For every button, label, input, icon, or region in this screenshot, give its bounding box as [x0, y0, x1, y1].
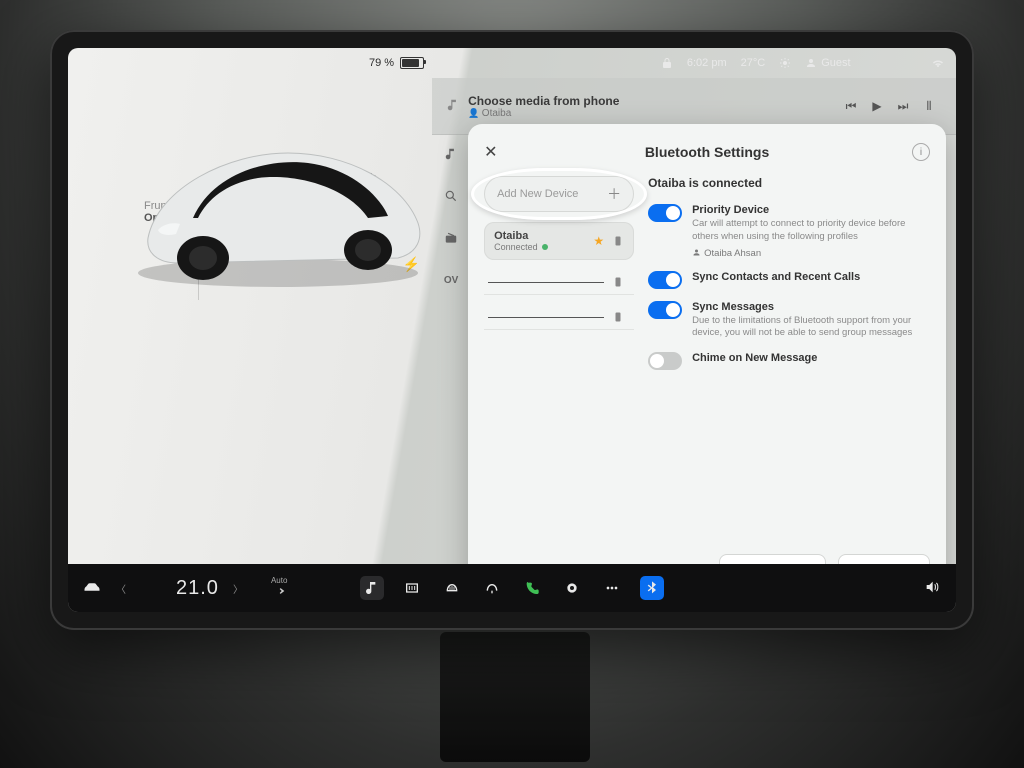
media-title: Choose media from phone	[468, 94, 619, 108]
dock-music-icon[interactable]	[360, 576, 384, 600]
outside-temp: 27°C	[741, 57, 766, 69]
dock-wiper-icon[interactable]	[480, 576, 504, 600]
temp-up[interactable]: 〉	[229, 581, 247, 596]
dock-phone-icon[interactable]	[520, 576, 544, 600]
phone-device-icon	[612, 235, 624, 247]
dock-volume-icon[interactable]	[922, 579, 942, 598]
device-options: Otaiba is connected Priority Device Car …	[648, 176, 930, 584]
car-render	[118, 98, 438, 298]
connected-header: Otaiba is connected	[648, 176, 930, 190]
quick-column: OV	[431, 140, 471, 294]
option-sync-messages: Sync Messages Due to the limitations of …	[648, 301, 930, 341]
plus-icon: ＋	[607, 184, 621, 204]
dock-camera-icon[interactable]	[560, 576, 584, 600]
device-item[interactable]	[484, 270, 634, 295]
dock-more-icon[interactable]	[600, 576, 624, 600]
sun-icon	[779, 57, 791, 69]
car-visual-pane: 79 % Frunk Open Trunk Open ⚡	[68, 48, 432, 612]
quick-overlay[interactable]: OV	[437, 266, 465, 294]
media-play[interactable]: ▶	[864, 99, 890, 113]
media-prev[interactable]: ⏮	[838, 99, 864, 114]
battery-percent: 79 %	[369, 57, 394, 69]
connected-dot-icon	[542, 244, 548, 250]
quick-search-icon[interactable]	[437, 182, 465, 210]
bottom-dock: 〈 21.0 〉 Auto	[68, 564, 956, 612]
add-new-device-button[interactable]: Add New Device ＋	[484, 176, 634, 212]
media-source: 👤 Otaiba	[468, 108, 619, 119]
phone-device-icon	[612, 311, 624, 323]
toggle-sync-contacts[interactable]	[648, 271, 682, 289]
climate-auto[interactable]: Auto	[271, 577, 287, 599]
cabin-temp[interactable]: 21.0	[176, 577, 219, 600]
quick-music-icon[interactable]	[437, 140, 465, 168]
app-pane: 6:02 pm 27°C Guest Choose media from pho…	[432, 48, 956, 612]
dock-defrost-front-icon[interactable]	[440, 576, 464, 600]
driver-profile[interactable]: Guest	[805, 57, 850, 69]
music-note-icon	[446, 98, 468, 115]
favorite-star-icon: ★	[593, 234, 604, 248]
dock-defrost-rear-icon[interactable]	[400, 576, 424, 600]
toggle-priority-device[interactable]	[648, 204, 682, 222]
priority-profile: Otaiba Ahsan	[692, 248, 930, 259]
media-next[interactable]: ⏭	[890, 99, 916, 114]
status-bar-right: 6:02 pm 27°C Guest	[647, 48, 956, 78]
dock-bluetooth-icon[interactable]	[640, 576, 664, 600]
lock-icon[interactable]	[661, 57, 673, 69]
option-chime-new-message: Chime on New Message	[648, 352, 930, 370]
toggle-chime[interactable]	[648, 352, 682, 370]
wifi-icon[interactable]	[932, 57, 944, 69]
clock: 6:02 pm	[687, 57, 727, 69]
device-list: Add New Device ＋ Otaiba Connected ★	[484, 176, 634, 584]
bluetooth-settings-modal: ✕ Bluetooth Settings i Add New Device ＋	[468, 124, 946, 598]
phone-device-icon	[612, 276, 624, 288]
device-item[interactable]	[484, 305, 634, 330]
option-priority-device: Priority Device Car will attempt to conn…	[648, 204, 930, 259]
battery-icon	[400, 57, 424, 69]
option-sync-contacts: Sync Contacts and Recent Calls	[648, 271, 930, 289]
device-item-otaiba[interactable]: Otaiba Connected ★	[484, 222, 634, 260]
status-bar-left: 79 %	[68, 48, 432, 78]
dock-car-icon[interactable]	[82, 580, 102, 597]
quick-radio-icon[interactable]	[437, 224, 465, 252]
media-eq-icon[interactable]: ⦀	[916, 99, 942, 114]
modal-title: Bluetooth Settings	[484, 144, 930, 160]
toggle-sync-messages[interactable]	[648, 301, 682, 319]
temp-down[interactable]: 〈	[112, 581, 130, 596]
